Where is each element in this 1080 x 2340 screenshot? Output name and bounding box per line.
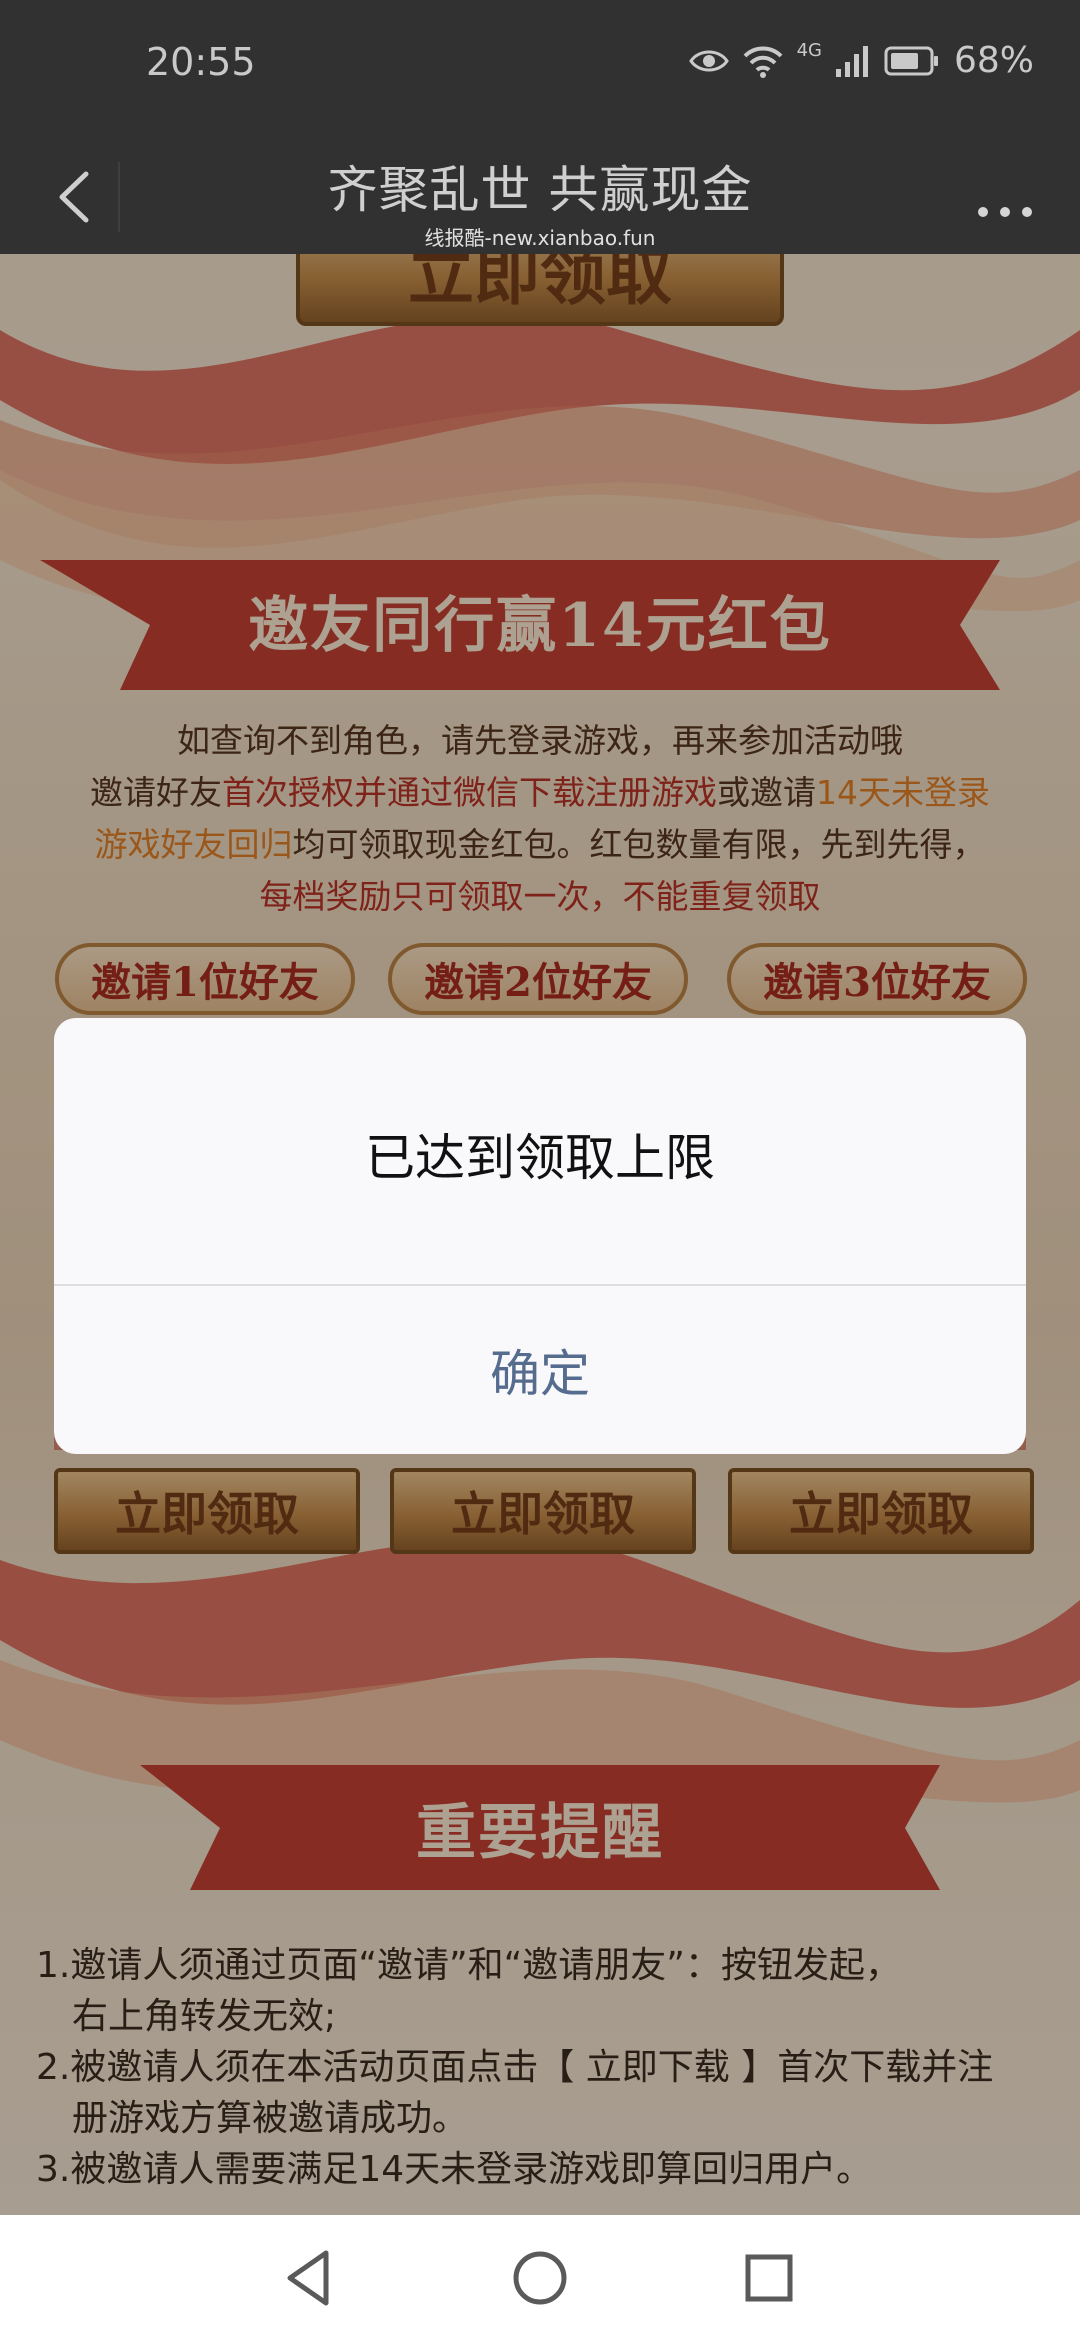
title-bar: 齐聚乱世 共赢现金 线报酷-new.xianbao.fun [0, 140, 1080, 254]
watermark-subtitle: 线报酷-new.xianbao.fun [424, 226, 656, 250]
dialog-message: 已达到领取上限 [365, 1129, 715, 1187]
triangle-back-icon[interactable] [276, 2245, 342, 2311]
eye-icon [688, 50, 729, 71]
signal-icon [835, 45, 868, 77]
status-time: 20:55 [146, 40, 256, 84]
circle-home-icon[interactable] [507, 2245, 573, 2311]
limit-dialog: 已达到领取上限 确定 [54, 1018, 1026, 1454]
more-dots-icon[interactable] [970, 170, 1040, 230]
network-type: 4G [796, 40, 822, 61]
confirm-button[interactable]: 确定 [54, 1286, 1026, 1454]
battery-icon [884, 46, 938, 75]
page-title: 齐聚乱世 共赢现金 [327, 161, 753, 219]
battery-level: 68% [953, 40, 1034, 81]
status-icons: 4G 68% [688, 40, 1034, 81]
status-bar: 20:55 4G 68% [0, 0, 1080, 140]
square-recents-icon[interactable] [736, 2245, 802, 2311]
wifi-icon [743, 46, 782, 78]
system-nav-bar [0, 2215, 1080, 2340]
